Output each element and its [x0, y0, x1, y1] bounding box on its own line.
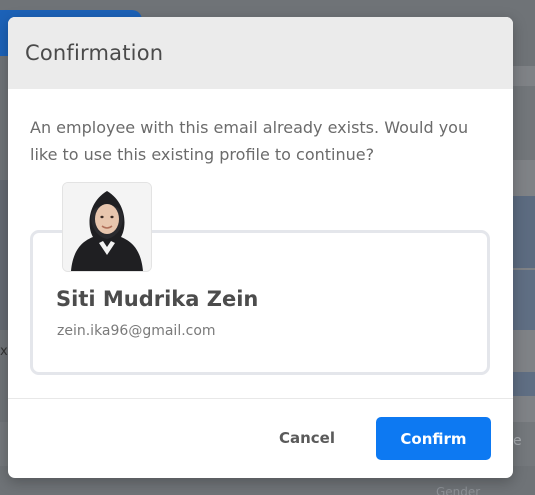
- confirm-button[interactable]: Confirm: [376, 417, 491, 460]
- background-row-highlight: [513, 196, 535, 268]
- background-left-strip: [0, 180, 8, 330]
- dialog-message: An employee with this email already exis…: [30, 118, 469, 164]
- background-row: [513, 86, 535, 160]
- employee-name: Siti Mudrika Zein: [56, 287, 259, 311]
- background-close-glyph: x: [0, 344, 8, 359]
- employee-avatar: [62, 182, 152, 272]
- employee-photo-icon: [63, 183, 151, 271]
- background-input-fragment: e: [513, 433, 522, 449]
- dialog-header: Confirmation: [8, 17, 513, 89]
- cancel-button[interactable]: Cancel: [262, 418, 352, 458]
- dialog-title: Confirmation: [25, 41, 164, 65]
- confirmation-dialog: Confirmation An employee with this email…: [8, 17, 513, 478]
- employee-email: zein.ika96@gmail.com: [57, 323, 216, 339]
- background-row-highlight: [513, 270, 535, 330]
- dialog-footer-divider: [8, 398, 513, 399]
- background-row-highlight: [513, 372, 535, 396]
- background-gender-label: Gender: [436, 485, 481, 495]
